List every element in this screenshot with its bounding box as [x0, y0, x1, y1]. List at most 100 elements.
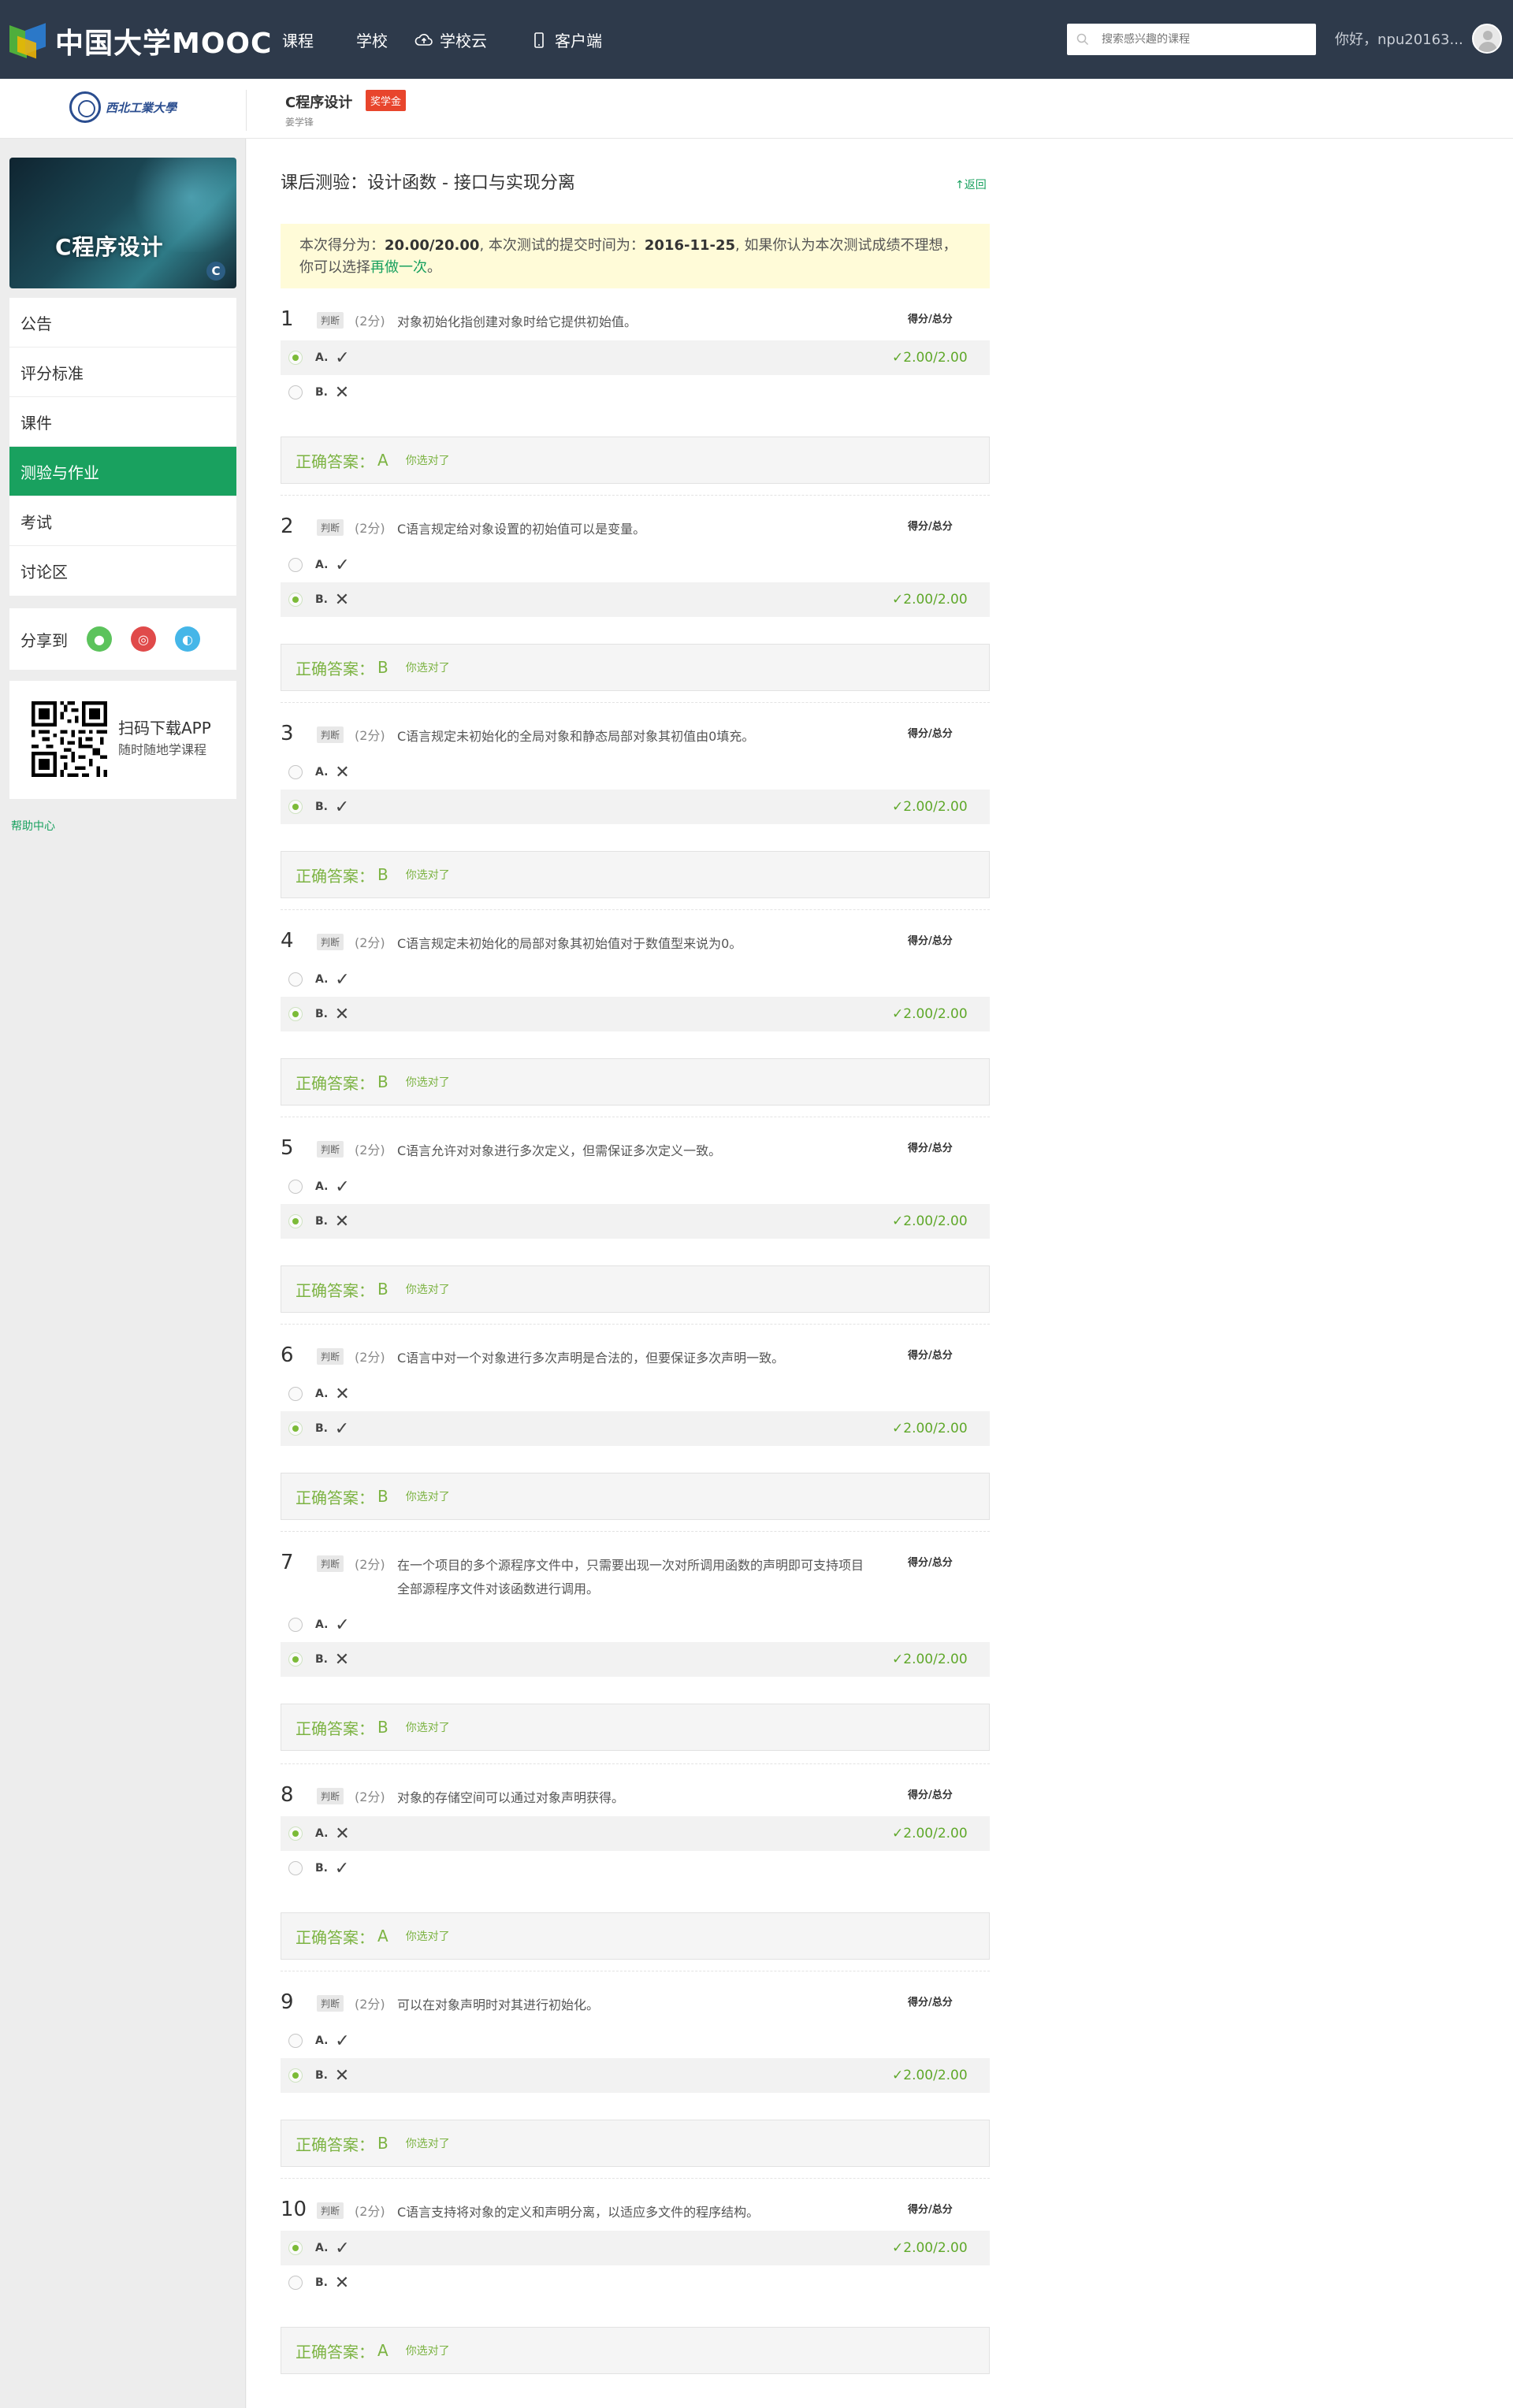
qr-code-icon[interactable]: [32, 701, 107, 777]
correct-answer-value: B: [377, 2134, 388, 2153]
quiz-title: 课后测验：设计函数 - 接口与实现分离: [281, 173, 575, 193]
correct-answer-box: 正确答案： A 你选对了: [281, 2327, 990, 2374]
answer-option[interactable]: A. ✓: [281, 1169, 990, 1204]
option-radio[interactable]: [288, 1826, 303, 1841]
mooc-logo[interactable]: 中国大学MOOC: [9, 20, 272, 61]
answer-option[interactable]: A. ✕: [281, 755, 990, 790]
option-radio[interactable]: [288, 558, 303, 572]
answer-result: 你选对了: [405, 1930, 450, 1943]
option-radio[interactable]: [288, 2034, 303, 2048]
answer-option[interactable]: B. ✓: [281, 1851, 990, 1886]
course-title[interactable]: C程序设计: [285, 91, 352, 112]
answer-option[interactable]: B. ✕: [281, 375, 990, 410]
avatar[interactable]: [1472, 24, 1502, 54]
option-radio[interactable]: [288, 1180, 303, 1194]
question-points: (2分): [355, 1789, 385, 1804]
nav-client[interactable]: 客户端: [530, 28, 602, 51]
correct-answer-value: A: [377, 451, 388, 470]
menu-courseware[interactable]: 课件: [9, 397, 236, 447]
cross-icon: ✕: [335, 1823, 350, 1844]
qq-icon[interactable]: ◐: [175, 626, 200, 652]
back-button[interactable]: ↑返回: [955, 177, 987, 192]
answer-option[interactable]: A. ✓: [281, 1607, 990, 1642]
question-number: 6: [281, 1343, 294, 1367]
check-icon: ✓: [892, 799, 904, 815]
question-text: 对象的存储空间可以通过对象声明获得。: [397, 1790, 625, 1805]
option-radio[interactable]: [288, 2241, 303, 2255]
question-type-tag: 判断: [317, 934, 344, 950]
menu-forum[interactable]: 讨论区: [9, 546, 236, 596]
correct-answer-label: 正确答案：: [296, 1280, 374, 1300]
option-radio[interactable]: [288, 972, 303, 987]
scholarship-badge: 奖学金: [366, 90, 407, 111]
c-language-icon: C: [206, 262, 225, 281]
option-radio[interactable]: [288, 765, 303, 779]
option-radio[interactable]: [288, 1652, 303, 1667]
score-label: 得分/总分: [908, 935, 953, 947]
course-banner[interactable]: C程序设计 C: [9, 158, 236, 288]
answer-option[interactable]: B. ✕: [281, 2265, 990, 2300]
nav-schools[interactable]: 学校: [356, 28, 388, 51]
answer-option[interactable]: B. ✕ ✓2.00/2.00: [281, 582, 990, 617]
answer-option[interactable]: B. ✕ ✓2.00/2.00: [281, 2058, 990, 2093]
option-radio[interactable]: [288, 1861, 303, 1875]
menu-grading[interactable]: 评分标准: [9, 347, 236, 397]
question-block: 1 判断 (2分) 对象初始化指创建对象时给它提供初始值。 得分/总分 A. ✓ ✓2.00/…: [281, 304, 990, 484]
option-radio[interactable]: [288, 351, 303, 365]
option-letter: B.: [315, 801, 328, 813]
option-radio[interactable]: [288, 1421, 303, 1436]
option-radio[interactable]: [288, 593, 303, 607]
weibo-icon[interactable]: ◎: [131, 626, 156, 652]
help-center-link[interactable]: 帮助中心: [11, 818, 55, 834]
question-divider: [281, 495, 990, 496]
nav-schools-label: 学校: [356, 32, 388, 50]
answer-option[interactable]: A. ✓: [281, 2023, 990, 2058]
school-logo[interactable]: 西北工業大學: [69, 91, 177, 123]
wechat-icon[interactable]: ●: [87, 626, 112, 652]
option-radio[interactable]: [288, 800, 303, 814]
answer-option[interactable]: A. ✕ ✓2.00/2.00: [281, 1816, 990, 1851]
answer-option[interactable]: A. ✕: [281, 1377, 990, 1411]
answer-option[interactable]: A. ✓ ✓2.00/2.00: [281, 2231, 990, 2265]
search-input[interactable]: [1102, 33, 1299, 46]
option-radio[interactable]: [288, 2276, 303, 2290]
answer-option[interactable]: A. ✓ ✓2.00/2.00: [281, 340, 990, 375]
nav-courses[interactable]: 课程: [282, 28, 314, 51]
option-radio[interactable]: [288, 385, 303, 399]
option-letter: A.: [315, 973, 329, 986]
option-radio[interactable]: [288, 2068, 303, 2083]
option-letter: B.: [315, 1422, 328, 1435]
answer-option[interactable]: B. ✕ ✓2.00/2.00: [281, 1642, 990, 1677]
option-letter: A.: [315, 1827, 329, 1840]
menu-quizzes[interactable]: 测验与作业: [9, 447, 236, 496]
answer-option[interactable]: B. ✕ ✓2.00/2.00: [281, 1204, 990, 1239]
menu-exams[interactable]: 考试: [9, 496, 236, 546]
top-nav: 中国大学MOOC 课程 学校 学校云 客户端 你好，npu20163...: [0, 0, 1513, 79]
option-radio[interactable]: [288, 1007, 303, 1021]
option-score: ✓2.00/2.00: [892, 1826, 968, 1841]
menu-announcements[interactable]: 公告: [9, 298, 236, 347]
redo-link[interactable]: 再做一次: [370, 259, 427, 276]
question-block: 10 判断 (2分) C语言支持将对象的定义和声明分离，以适应多文件的程序结构。 得分/…: [281, 2194, 990, 2374]
back-arrow-icon: ↑: [955, 179, 965, 191]
nav-school-cloud[interactable]: 学校云: [414, 28, 487, 51]
answer-option[interactable]: A. ✓: [281, 548, 990, 582]
answer-option[interactable]: B. ✓ ✓2.00/2.00: [281, 790, 990, 824]
answer-option[interactable]: B. ✕ ✓2.00/2.00: [281, 997, 990, 1031]
question-divider: [281, 1324, 990, 1325]
correct-answer-label: 正确答案：: [296, 866, 374, 886]
option-radio[interactable]: [288, 1214, 303, 1228]
correct-answer-box: 正确答案： A 你选对了: [281, 1912, 990, 1960]
correct-answer-box: 正确答案： B 你选对了: [281, 644, 990, 691]
answer-option[interactable]: A. ✓: [281, 962, 990, 997]
answer-option[interactable]: B. ✓ ✓2.00/2.00: [281, 1411, 990, 1446]
check-icon: ✓: [892, 1213, 904, 1229]
option-radio[interactable]: [288, 1387, 303, 1401]
notice-prefix: 本次得分为：: [299, 237, 385, 254]
option-score: ✓2.00/2.00: [892, 1213, 968, 1229]
user-greeting[interactable]: 你好，npu20163...: [1335, 28, 1463, 49]
search-icon[interactable]: [1076, 33, 1089, 46]
option-radio[interactable]: [288, 1618, 303, 1632]
answer-result: 你选对了: [405, 662, 450, 674]
cross-icon: ✕: [335, 1384, 350, 1404]
